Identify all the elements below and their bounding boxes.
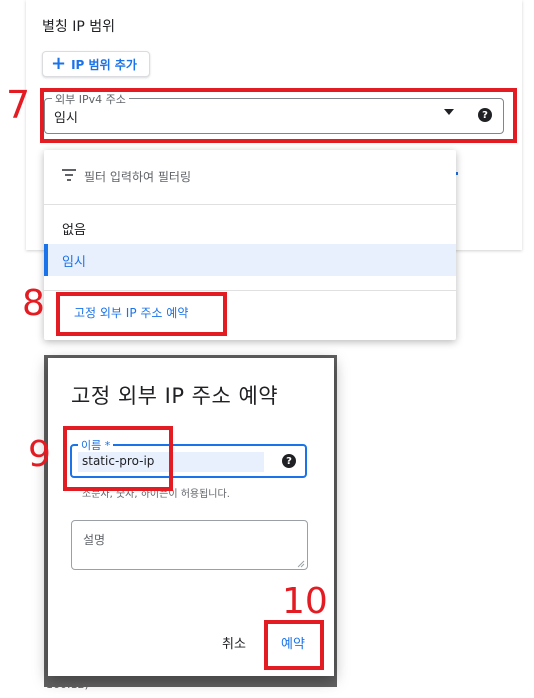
annotation-step-8: 8 xyxy=(22,283,45,324)
annotation-step-7: 7 xyxy=(6,83,31,127)
description-field[interactable] xyxy=(71,520,308,570)
filter-input[interactable]: 필터 입력하여 필터링 xyxy=(84,168,191,185)
divider xyxy=(44,204,456,205)
divider xyxy=(44,290,456,291)
annotation-box-step-7 xyxy=(40,88,517,143)
annotation-box-step-8 xyxy=(56,292,227,336)
option-selected-indicator xyxy=(44,244,48,276)
add-ip-range-button[interactable]: + IP 범위 추가 xyxy=(42,51,150,77)
description-placeholder: 설명 xyxy=(83,533,106,547)
annotation-step-10: 10 xyxy=(282,581,328,622)
option-ephemeral-highlight xyxy=(44,244,456,276)
annotation-step-9: 9 xyxy=(28,434,51,475)
annotation-box-step-10 xyxy=(264,620,324,670)
filter-icon xyxy=(62,169,76,181)
add-ip-range-label: IP 범위 추가 xyxy=(71,57,137,72)
cancel-button[interactable]: 취소 xyxy=(222,633,246,652)
alias-ip-section-title: 별칭 IP 범위 xyxy=(42,19,115,35)
dialog-title: 고정 외부 IP 주소 예약 xyxy=(71,384,279,408)
annotation-box-step-9 xyxy=(63,426,173,491)
option-none[interactable]: 없음 xyxy=(62,219,86,238)
resize-handle-icon[interactable] xyxy=(297,560,305,568)
option-ephemeral[interactable]: 임시 xyxy=(62,251,86,270)
plus-icon: + xyxy=(51,53,67,74)
help-icon[interactable]: ? xyxy=(282,454,296,468)
